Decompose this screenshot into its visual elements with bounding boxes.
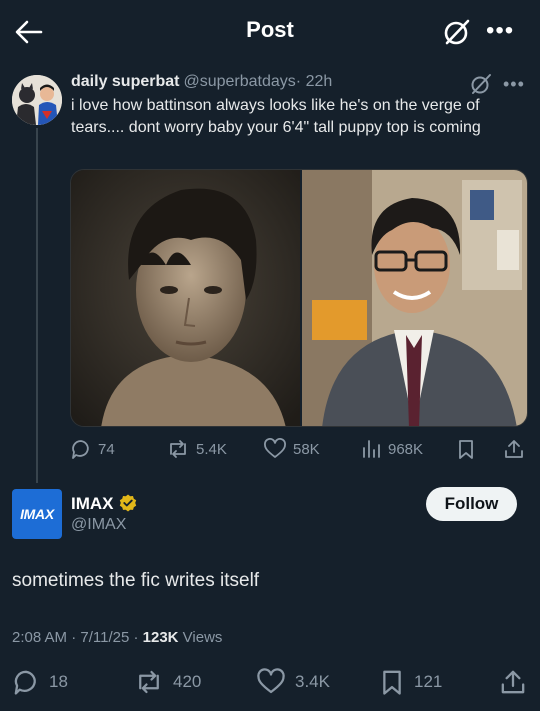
timestamp[interactable]: 2:08 AM · 7/11/25 · (12, 629, 143, 646)
share-icon (505, 440, 523, 458)
parent-repost-button[interactable]: 5.4K (166, 436, 227, 462)
heart-icon (257, 668, 285, 694)
bookmark-button[interactable]: 121 (379, 667, 442, 697)
parent-tweet-text: i love how battinson always looks like h… (71, 97, 481, 136)
bookmark-icon (383, 670, 401, 695)
grok-button[interactable] (443, 18, 471, 46)
like-count: 3.4K (295, 672, 330, 691)
top-bar: Post ••• (0, 0, 540, 62)
more-options-button[interactable]: ••• (486, 19, 516, 43)
superhero-avatar-image (12, 75, 62, 125)
share-button[interactable] (499, 667, 527, 697)
photo-left[interactable] (71, 170, 300, 426)
parent-views-button[interactable]: 968K (360, 436, 423, 462)
photo-right[interactable] (302, 170, 527, 426)
man-in-glasses-suit-image (302, 170, 527, 426)
reply-count: 18 (49, 672, 68, 691)
main-tweet-text: sometimes the fic writes itself (12, 570, 260, 591)
parent-repost-count: 5.4K (196, 440, 227, 458)
main-display-name[interactable]: IMAX (71, 494, 114, 514)
avatar[interactable] (12, 75, 62, 125)
parent-handle[interactable]: @superbatdays (183, 73, 295, 90)
dark-haired-man-image (71, 170, 300, 426)
parent-time: · 22h (295, 73, 333, 90)
reply-button[interactable]: 18 (12, 667, 68, 697)
media-grid[interactable] (70, 169, 528, 427)
parent-grok-button[interactable] (470, 73, 492, 95)
main-handle[interactable]: @IMAX (71, 516, 126, 534)
reply-icon (72, 440, 89, 459)
parent-view-count: 968K (388, 440, 424, 458)
views-chart-icon (363, 440, 380, 458)
repost-count: 420 (173, 672, 202, 691)
parent-share-button[interactable] (503, 436, 525, 462)
parent-display-name[interactable]: daily superbat (71, 73, 179, 90)
repost-button[interactable]: 420 (134, 667, 201, 697)
bookmark-icon (459, 440, 473, 459)
parent-more-button[interactable]: ••• (503, 74, 525, 95)
parent-tweet-header: daily superbat @superbatdays· 22h (71, 73, 332, 91)
parent-like-count: 58K (293, 440, 320, 458)
parent-action-bar: 74 5.4K 58K 968K (70, 436, 530, 462)
grok-icon (444, 19, 470, 45)
repost-icon (170, 440, 186, 458)
main-action-bar: 18 420 3.4K 121 (0, 667, 540, 697)
parent-reply-button[interactable]: 74 (70, 436, 115, 462)
repost-icon (139, 670, 159, 694)
parent-like-button[interactable]: 58K (263, 436, 320, 462)
tweet-meta-line: 2:08 AM · 7/11/25 · 123K Views (12, 629, 222, 646)
parent-bookmark-button[interactable] (456, 436, 476, 462)
share-icon (501, 670, 525, 694)
grok-icon (471, 74, 491, 94)
parent-reply-count: 74 (98, 440, 115, 458)
bookmark-count: 121 (414, 672, 443, 691)
heart-icon (264, 438, 286, 458)
thread-connector (36, 128, 38, 483)
like-button[interactable]: 3.4K (256, 667, 330, 697)
imax-avatar[interactable]: IMAX (12, 489, 62, 539)
verified-badge-icon (119, 494, 137, 512)
views-count: 123K (142, 629, 179, 646)
reply-icon (14, 670, 36, 695)
follow-button[interactable]: Follow (426, 487, 517, 521)
views-label: Views (178, 629, 223, 646)
